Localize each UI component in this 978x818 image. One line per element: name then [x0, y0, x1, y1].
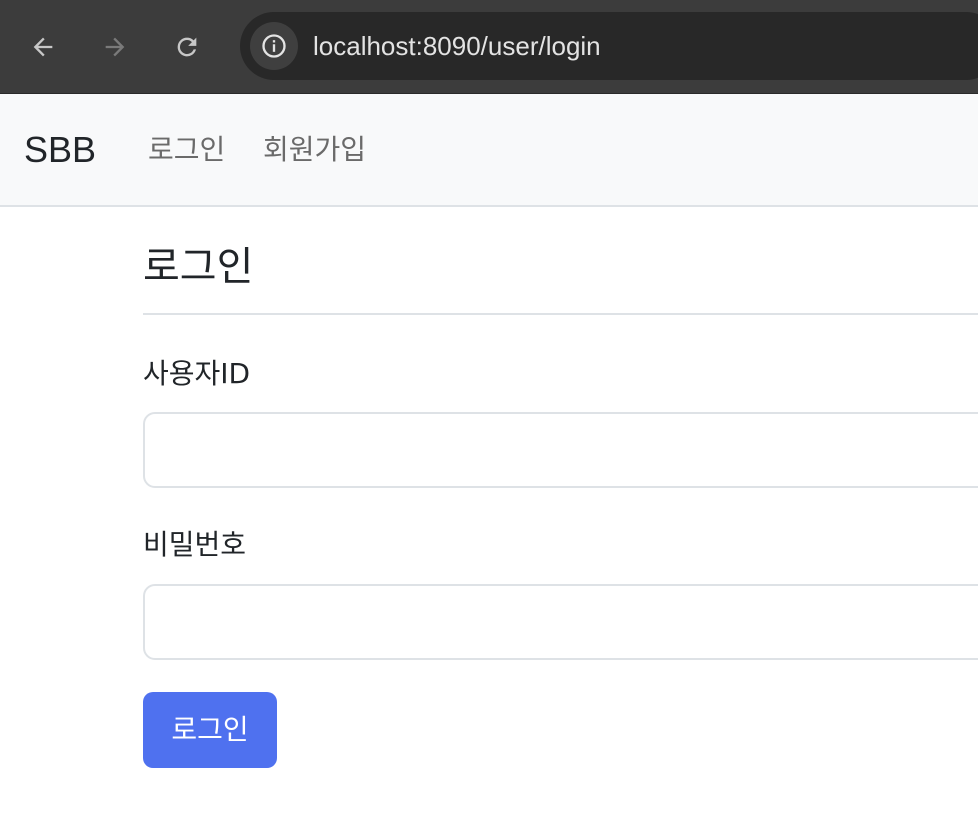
nav-link-signup[interactable]: 회원가입 [263, 132, 366, 168]
browser-toolbar: localhost:8090/user/login [0, 0, 978, 94]
forward-button[interactable] [92, 24, 138, 70]
reload-button[interactable] [164, 24, 210, 70]
site-info-button[interactable] [250, 22, 298, 70]
username-label: 사용자ID [143, 357, 251, 390]
back-button[interactable] [20, 24, 66, 70]
username-input[interactable] [143, 412, 978, 488]
login-container: 로그인 사용자ID 비밀번호 로그인 [143, 207, 978, 818]
arrow-right-icon [105, 37, 125, 57]
site-navbar: SBB 로그인 회원가입 [0, 94, 978, 207]
reload-icon [177, 37, 197, 57]
brand-link[interactable]: SBB [24, 129, 96, 171]
page-title: 로그인 [143, 244, 254, 290]
title-divider [143, 313, 978, 315]
url-text[interactable]: localhost:8090/user/login [313, 30, 601, 62]
password-label: 비밀번호 [143, 528, 247, 561]
arrow-left-icon [33, 37, 53, 57]
nav-link-login[interactable]: 로그인 [148, 132, 225, 168]
address-bar[interactable]: localhost:8090/user/login [240, 12, 978, 80]
login-button[interactable]: 로그인 [143, 692, 277, 768]
password-input[interactable] [143, 584, 978, 660]
info-icon [262, 34, 286, 58]
